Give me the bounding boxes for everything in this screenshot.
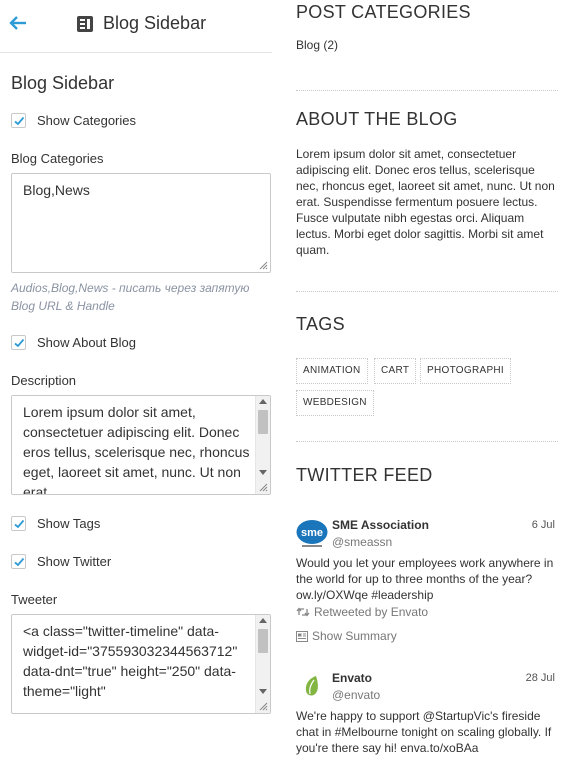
- tag-link[interactable]: PHOTOGRAPHI: [420, 358, 512, 384]
- checkmark-icon: [14, 557, 25, 566]
- tags-title: TAGS: [296, 314, 345, 334]
- show-categories-checkbox[interactable]: Show Categories: [11, 111, 136, 129]
- checkbox-box[interactable]: [11, 553, 26, 569]
- resize-grip-icon[interactable]: [259, 702, 268, 711]
- scroll-thumb[interactable]: [258, 629, 268, 653]
- about-title: ABOUT THE BLOG: [296, 109, 458, 129]
- retweet-info[interactable]: Retweeted by Envato: [296, 605, 428, 619]
- tweeter-scrollbar[interactable]: [255, 615, 270, 713]
- panel-title: Blog Sidebar: [103, 13, 207, 33]
- tweet-author-handle[interactable]: @envato: [332, 688, 380, 702]
- description-label: Description: [11, 373, 77, 388]
- description-field[interactable]: Lorem ipsum dolor sit amet, consectetuer…: [11, 395, 271, 495]
- blog-categories-field[interactable]: Blog,News: [11, 173, 271, 273]
- back-arrow-icon[interactable]: [9, 12, 29, 34]
- tweet-date[interactable]: 28 Jul: [526, 672, 555, 684]
- twitter-title: TWITTER FEED: [296, 465, 433, 485]
- description-scrollbar[interactable]: [255, 396, 270, 494]
- tweet-author-name[interactable]: SME Association: [332, 518, 429, 532]
- checkbox-box[interactable]: [11, 112, 26, 128]
- retweet-icon: [296, 607, 310, 617]
- divider: [296, 441, 558, 442]
- envato-avatar[interactable]: [296, 670, 328, 702]
- sidebar-layout-icon: [76, 15, 94, 33]
- checkbox-box[interactable]: [11, 334, 26, 350]
- avatar-text: sme: [301, 527, 323, 539]
- categories-hint: Audios,Blog,News - писать через запятую …: [11, 281, 250, 313]
- checkbox-label: Show About Blog: [37, 334, 137, 350]
- tweet-date[interactable]: 6 Jul: [532, 519, 555, 531]
- checkmark-icon: [14, 116, 25, 125]
- retweet-label: Retweeted by Envato: [314, 605, 429, 619]
- show-tags-checkbox[interactable]: Show Tags: [11, 514, 100, 532]
- section-title: Blog Sidebar: [11, 73, 115, 93]
- divider: [296, 90, 558, 91]
- tweeter-field[interactable]: <a class="twitter-timeline" data-widget-…: [11, 614, 271, 714]
- checkbox-label: Show Tags: [37, 515, 101, 531]
- panel-header: Blog Sidebar: [0, 0, 272, 53]
- resize-grip-icon[interactable]: [259, 483, 268, 492]
- tweet-author-handle[interactable]: @smeassn: [332, 535, 392, 549]
- about-text: Lorem ipsum dolor sit amet, consectetuer…: [296, 147, 555, 257]
- settings-panel: Blog Sidebar Blog Sidebar Show Categorie…: [0, 0, 272, 764]
- scroll-up-icon[interactable]: [259, 618, 267, 623]
- categories-title: POST CATEGORIES: [296, 2, 471, 22]
- tweeter-value: <a class="twitter-timeline" data-widget-…: [23, 623, 242, 699]
- tweet-text: Would you let your employees work anywhe…: [296, 556, 554, 602]
- blog-categories-label: Blog Categories: [11, 151, 104, 166]
- checkbox-box[interactable]: [11, 515, 26, 531]
- description-value: Lorem ipsum dolor sit amet, consectetuer…: [23, 404, 254, 495]
- checkmark-icon: [14, 519, 25, 528]
- sme-avatar[interactable]: sme: [296, 517, 328, 549]
- resize-grip-icon[interactable]: [259, 261, 268, 270]
- scroll-down-icon[interactable]: [259, 470, 267, 475]
- tweet-text: We're happy to support @StartupVic's fir…: [296, 709, 552, 755]
- scroll-down-icon[interactable]: [259, 689, 267, 694]
- category-link[interactable]: Blog (2): [296, 38, 338, 52]
- scroll-up-icon[interactable]: [259, 399, 267, 404]
- tweet-author-name[interactable]: Envato: [332, 671, 372, 685]
- scroll-thumb[interactable]: [258, 410, 268, 434]
- show-summary-link[interactable]: Show Summary: [296, 629, 397, 643]
- show-about-checkbox[interactable]: Show About Blog: [11, 333, 136, 351]
- divider: [296, 291, 558, 292]
- summary-card-icon: [296, 630, 308, 642]
- show-summary-label: Show Summary: [312, 629, 397, 643]
- tag-link[interactable]: WEBDESIGN: [296, 390, 374, 416]
- tag-link[interactable]: CART: [374, 358, 417, 384]
- checkbox-label: Show Categories: [37, 112, 136, 128]
- checkmark-icon: [14, 338, 25, 347]
- blog-categories-value: Blog,News: [23, 182, 90, 198]
- checkbox-label: Show Twitter: [37, 553, 112, 569]
- show-twitter-checkbox[interactable]: Show Twitter: [11, 552, 111, 570]
- tweeter-label: Tweeter: [11, 592, 58, 607]
- tag-link[interactable]: ANIMATION: [296, 358, 368, 384]
